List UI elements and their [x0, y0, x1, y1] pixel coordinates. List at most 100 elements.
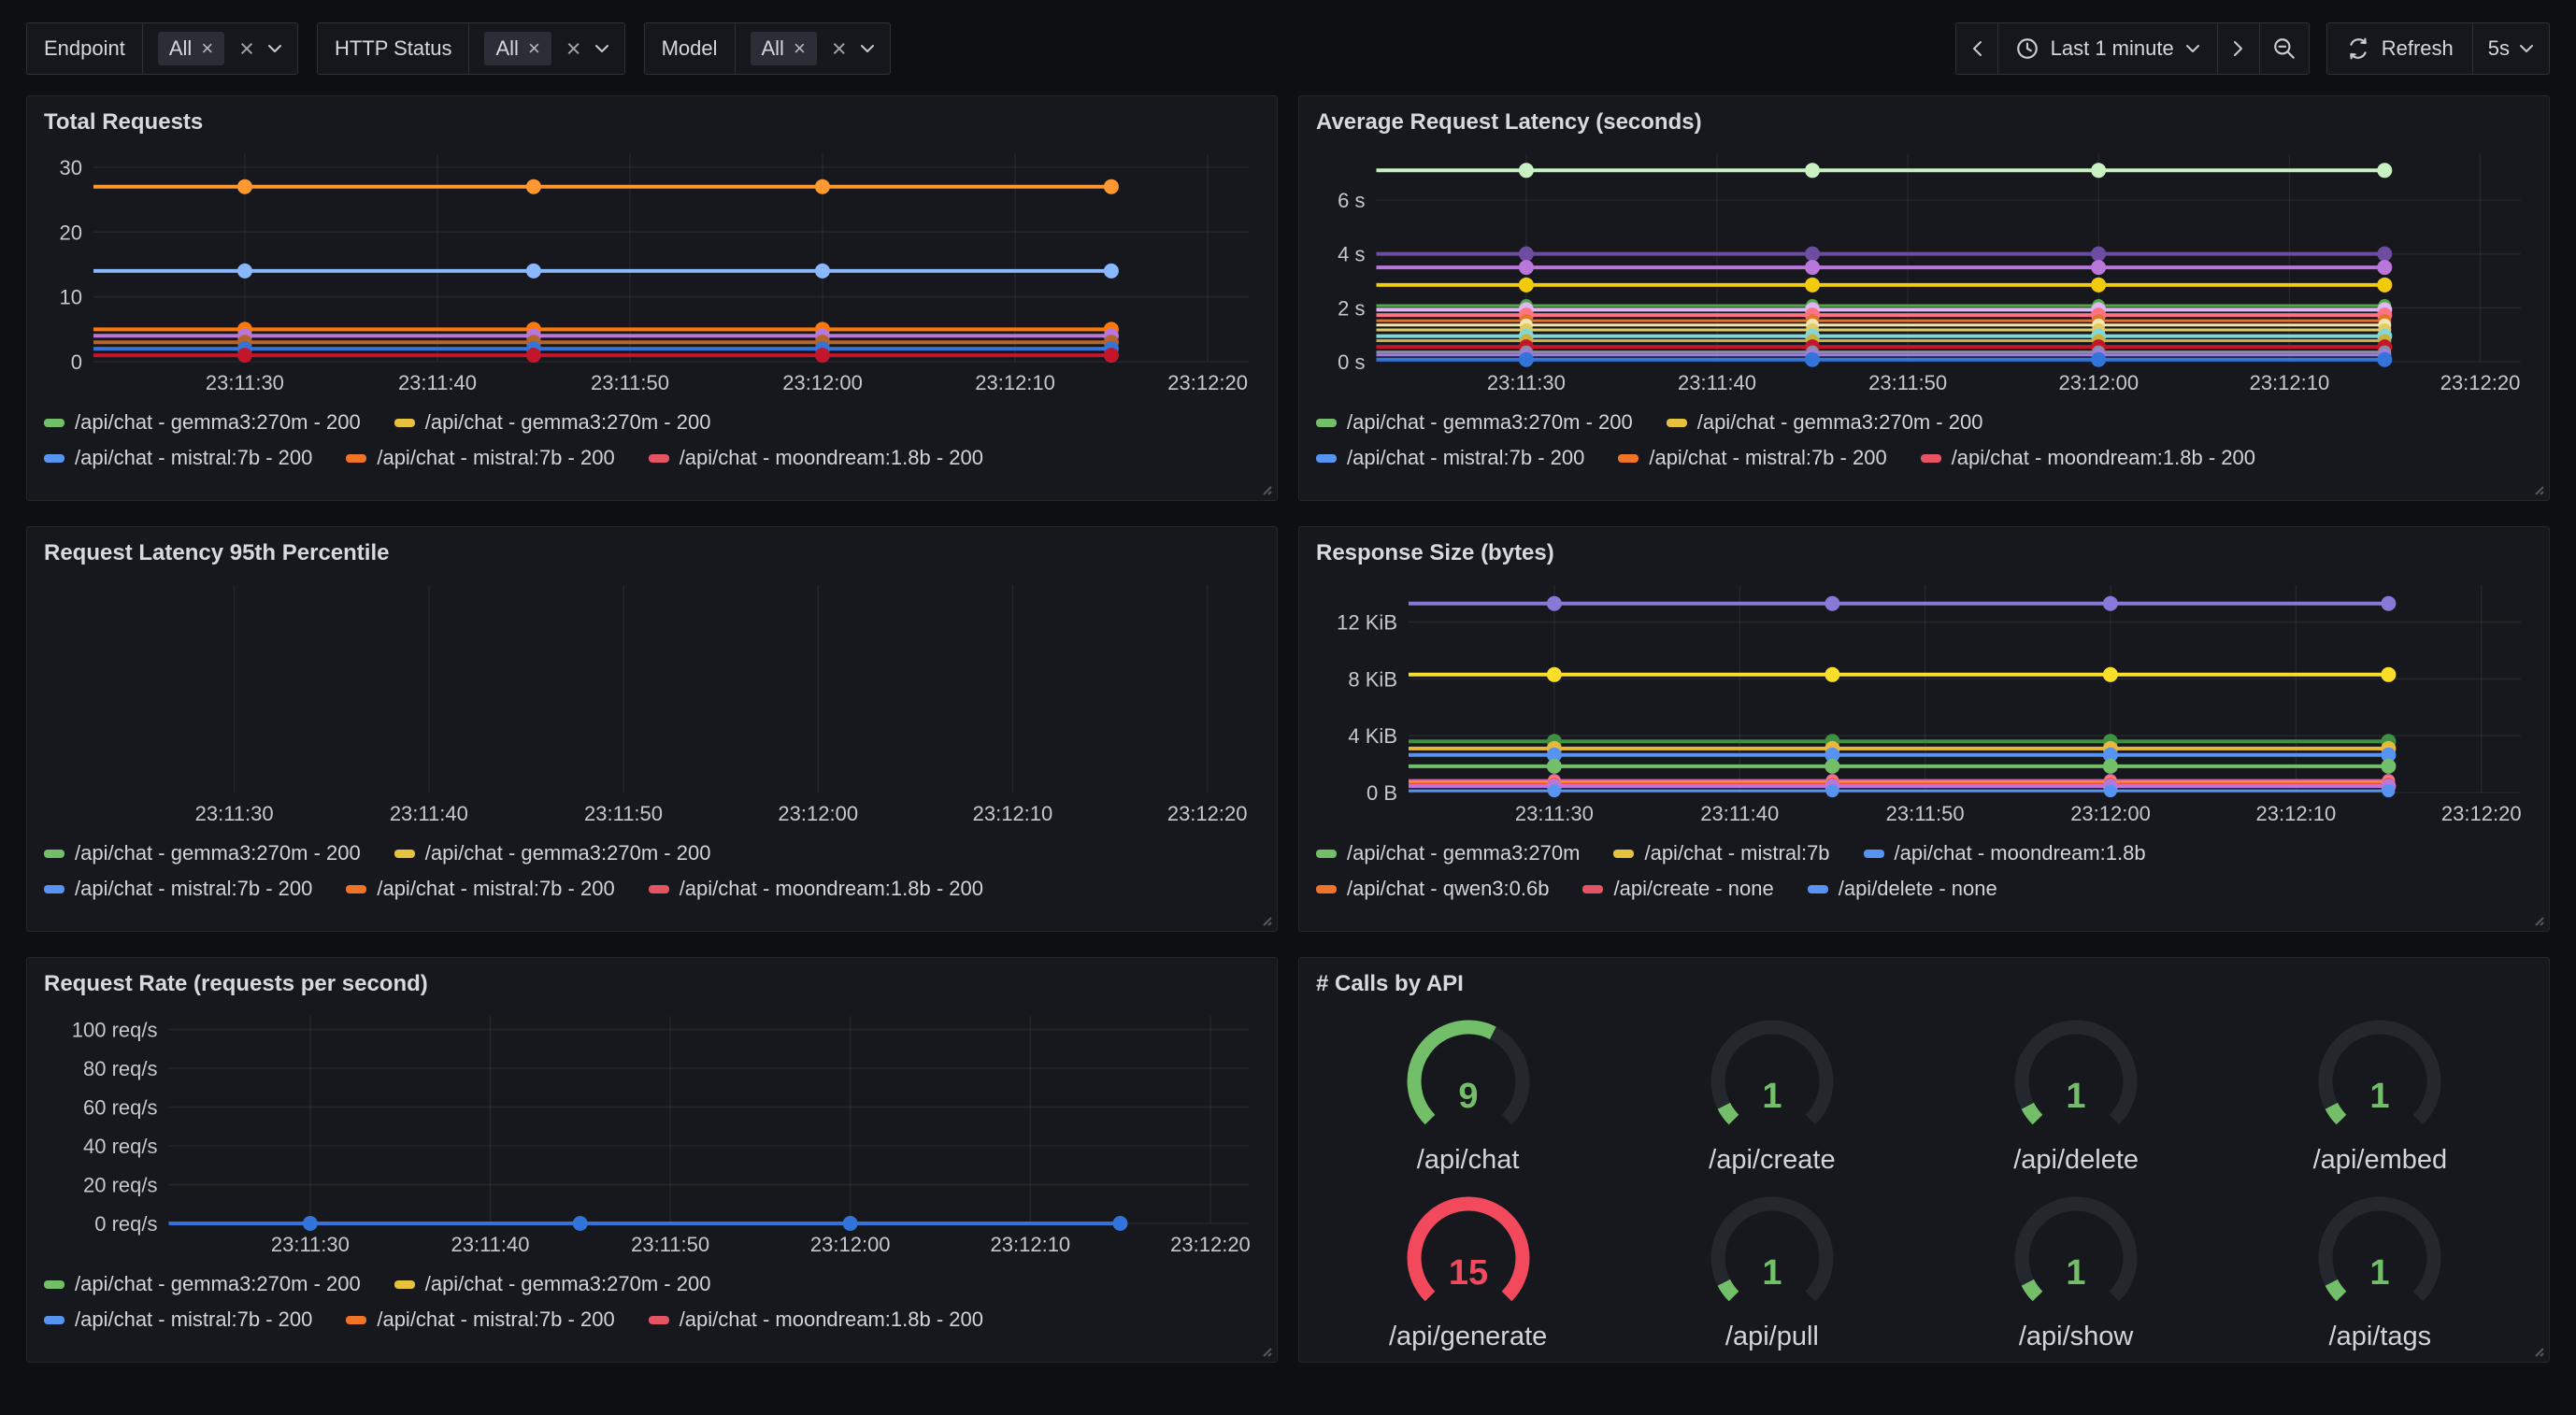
legend-item[interactable]: /api/chat - mistral:7b - 200	[346, 446, 614, 470]
legend-item[interactable]: /api/chat - gemma3:270m - 200	[394, 410, 711, 435]
legend-color-pill	[1921, 454, 1941, 463]
svg-text:23:11:50: 23:11:50	[1868, 371, 1947, 394]
legend-item[interactable]: /api/chat - gemma3:270m - 200	[44, 1272, 361, 1296]
chart-plot[interactable]: 0 B4 KiB8 KiB12 KiB23:11:3023:11:4023:11…	[1316, 576, 2532, 830]
legend-color-pill	[44, 885, 64, 893]
legend-item[interactable]: /api/chat - moondream:1.8b	[1864, 841, 2146, 865]
legend-item[interactable]: /api/chat - qwen3:0.6b	[1316, 877, 1549, 901]
resize-grip[interactable]	[1258, 912, 1273, 927]
filter-clear-icon[interactable]: ×	[832, 36, 847, 62]
resize-grip[interactable]	[1258, 1343, 1273, 1358]
zoom-out-button[interactable]	[2259, 22, 2310, 75]
chart-canvas[interactable]: 0 B4 KiB8 KiB12 KiB23:11:3023:11:4023:11…	[1316, 576, 2532, 830]
legend-item[interactable]: /api/chat - mistral:7b - 200	[44, 446, 312, 470]
legend-item[interactable]: /api/chat - moondream:1.8b - 200	[649, 446, 983, 470]
svg-text:0 s: 0 s	[1338, 350, 1365, 374]
legend-label: /api/chat - moondream:1.8b - 200	[680, 1308, 983, 1332]
legend-item[interactable]: /api/delete - none	[1808, 877, 1997, 901]
chip-remove-icon[interactable]: ×	[794, 38, 806, 59]
chart-canvas[interactable]: 0 req/s20 req/s40 req/s60 req/s80 req/s1…	[44, 1007, 1260, 1261]
chart-canvas[interactable]: 010203023:11:3023:11:4023:11:5023:12:002…	[44, 145, 1260, 399]
legend-item[interactable]: /api/chat - mistral:7b - 200	[44, 1308, 312, 1332]
time-controls: Last 1 minute Refres	[1955, 22, 2550, 75]
gauge-label: /api/create	[1709, 1145, 1835, 1176]
gauge-label: /api/embed	[2313, 1145, 2448, 1176]
chevron-down-icon[interactable]	[594, 44, 609, 53]
legend-item[interactable]: /api/chat - moondream:1.8b - 200	[649, 1308, 983, 1332]
filter-chip[interactable]: All ×	[158, 32, 224, 65]
legend-color-pill	[1316, 885, 1337, 893]
filter-chip[interactable]: All ×	[484, 32, 551, 65]
legend-item[interactable]: /api/chat - gemma3:270m	[1316, 841, 1580, 865]
legend-color-pill	[1667, 419, 1687, 427]
filter-clear-icon[interactable]: ×	[566, 36, 581, 62]
legend-item[interactable]: /api/chat - mistral:7b - 200	[44, 877, 312, 901]
chevron-down-icon[interactable]	[267, 44, 282, 53]
filter-clear-icon[interactable]: ×	[239, 36, 254, 62]
panel-title[interactable]: Request Rate (requests per second)	[44, 971, 1260, 997]
legend-item[interactable]: /api/chat - mistral:7b - 200	[1316, 446, 1584, 470]
legend-item[interactable]: /api/chat - mistral:7b - 200	[1618, 446, 1886, 470]
legend-item[interactable]: /api/chat - gemma3:270m - 200	[394, 1272, 711, 1296]
gauge-label: /api/chat	[1417, 1145, 1520, 1176]
filter-endpoint: Endpoint All × ×	[26, 22, 298, 75]
refresh-button[interactable]: Refresh	[2326, 22, 2473, 75]
legend-row: /api/chat - gemma3:270m - 200/api/chat -…	[44, 410, 1260, 435]
gridlines	[1409, 585, 2521, 793]
gridlines	[235, 585, 1208, 793]
legend-label: /api/chat - gemma3:270m - 200	[425, 841, 711, 865]
chart-canvas[interactable]: 0 s2 s4 s6 s23:11:3023:11:4023:11:5023:1…	[1316, 145, 2532, 399]
legend-item[interactable]: /api/chat - gemma3:270m - 200	[1667, 410, 1983, 435]
refresh-interval-button[interactable]: 5s	[2472, 22, 2550, 75]
chevron-down-icon[interactable]	[860, 44, 875, 53]
svg-text:2 s: 2 s	[1338, 296, 1365, 320]
legend-item[interactable]: /api/chat - mistral:7b - 200	[346, 877, 614, 901]
gauge-arc: 1	[2291, 1183, 2469, 1322]
panel-title[interactable]: Response Size (bytes)	[1316, 540, 2532, 566]
filter-endpoint-value[interactable]: All × ×	[142, 22, 298, 75]
chart-legend: /api/chat - gemma3:270m - 200/api/chat -…	[44, 1272, 1260, 1332]
chart-plot[interactable]: 23:11:3023:11:4023:11:5023:12:0023:12:10…	[44, 576, 1260, 830]
legend-item[interactable]: /api/chat - mistral:7b	[1613, 841, 1829, 865]
filter-model-value[interactable]: All × ×	[735, 22, 891, 75]
legend-item[interactable]: /api/chat - moondream:1.8b - 200	[1921, 446, 2255, 470]
legend-label: /api/chat - mistral:7b - 200	[75, 1308, 312, 1332]
chip-remove-icon[interactable]: ×	[528, 38, 540, 59]
legend-item[interactable]: /api/chat - gemma3:270m - 200	[44, 410, 361, 435]
legend-label: /api/chat - qwen3:0.6b	[1347, 877, 1549, 901]
legend-item[interactable]: /api/chat - gemma3:270m - 200	[44, 841, 361, 865]
chart-plot[interactable]: 0 s2 s4 s6 s23:11:3023:11:4023:11:5023:1…	[1316, 145, 2532, 399]
panel-average-latency: Average Request Latency (seconds) 0 s 2 s…	[1298, 95, 2550, 501]
panel-title[interactable]: Total Requests	[44, 109, 1260, 136]
time-forward-button[interactable]	[2217, 22, 2260, 75]
resize-grip[interactable]	[1258, 481, 1273, 496]
resize-grip[interactable]	[2530, 912, 2545, 927]
panel-title[interactable]: # Calls by API	[1316, 971, 2532, 997]
chart-canvas[interactable]: 23:11:3023:11:4023:11:5023:12:0023:12:10…	[44, 576, 1260, 830]
legend-row: /api/chat - qwen3:0.6b/api/create - none…	[1316, 877, 2532, 901]
legend-item[interactable]: /api/chat - mistral:7b - 200	[346, 1308, 614, 1332]
legend-color-pill	[394, 419, 415, 427]
svg-text:23:11:40: 23:11:40	[1700, 802, 1779, 825]
svg-text:20 req/s: 20 req/s	[83, 1174, 158, 1197]
chip-remove-icon[interactable]: ×	[201, 38, 213, 59]
legend-item[interactable]: /api/chat - moondream:1.8b - 200	[649, 877, 983, 901]
resize-grip[interactable]	[2530, 1343, 2545, 1358]
legend-color-pill	[44, 454, 64, 463]
time-back-button[interactable]	[1955, 22, 1998, 75]
filter-http-status-value[interactable]: All × ×	[468, 22, 624, 75]
chart-plot[interactable]: 010203023:11:3023:11:4023:11:5023:12:002…	[44, 145, 1260, 399]
legend-label: /api/chat - mistral:7b - 200	[377, 1308, 614, 1332]
panel-title[interactable]: Average Request Latency (seconds)	[1316, 109, 2532, 136]
svg-text:23:12:10: 23:12:10	[975, 371, 1055, 394]
resize-grip[interactable]	[2530, 481, 2545, 496]
chart-plot[interactable]: 0 req/s20 req/s40 req/s60 req/s80 req/s1…	[44, 1007, 1260, 1261]
legend-item[interactable]: /api/create - none	[1582, 877, 1773, 901]
chart-legend: /api/chat - gemma3:270m - 200/api/chat -…	[44, 841, 1260, 901]
filter-chip[interactable]: All ×	[751, 32, 817, 65]
legend-item[interactable]: /api/chat - gemma3:270m - 200	[394, 841, 711, 865]
legend-color-pill	[649, 454, 669, 463]
legend-item[interactable]: /api/chat - gemma3:270m - 200	[1316, 410, 1633, 435]
panel-title[interactable]: Request Latency 95th Percentile	[44, 540, 1260, 566]
time-range-picker[interactable]: Last 1 minute	[1997, 22, 2218, 75]
